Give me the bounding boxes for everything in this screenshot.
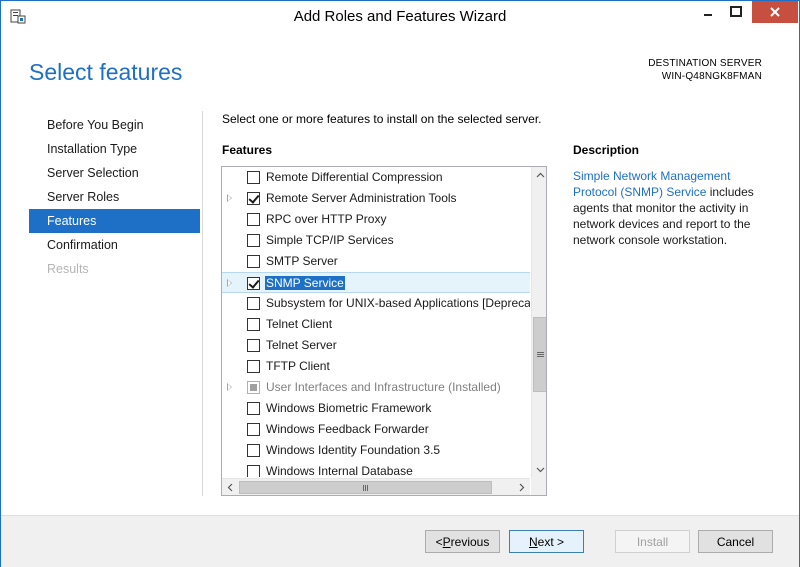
footer-bar: < Previous Next > Install Cancel bbox=[1, 515, 799, 567]
chevron-right-icon bbox=[519, 483, 525, 491]
feature-row[interactable]: User Interfaces and Infrastructure (Inst… bbox=[222, 377, 530, 398]
horizontal-scroll-thumb[interactable] bbox=[239, 481, 492, 494]
vertical-scrollbar[interactable] bbox=[531, 167, 546, 478]
feature-row[interactable]: Remote Differential Compression bbox=[222, 167, 530, 188]
feature-label: Windows Internal Database bbox=[266, 464, 413, 477]
feature-checkbox[interactable] bbox=[247, 465, 260, 477]
expand-arrow-icon[interactable] bbox=[227, 383, 232, 391]
install-button: Install bbox=[615, 530, 690, 553]
feature-label: Windows Identity Foundation 3.5 bbox=[266, 443, 441, 457]
feature-label: SMTP Server bbox=[266, 254, 338, 268]
feature-checkbox[interactable] bbox=[247, 339, 260, 352]
nav-item-before-you-begin[interactable]: Before You Begin bbox=[29, 113, 200, 137]
feature-checkbox[interactable] bbox=[247, 297, 260, 310]
feature-label: Simple TCP/IP Services bbox=[266, 233, 394, 247]
wizard-steps-nav: Before You Begin Installation Type Serve… bbox=[29, 113, 200, 281]
feature-checkbox bbox=[247, 381, 260, 394]
feature-row[interactable]: RPC over HTTP Proxy bbox=[222, 209, 530, 230]
feature-checkbox[interactable] bbox=[247, 255, 260, 268]
feature-label: Windows Feedback Forwarder bbox=[266, 422, 429, 436]
feature-label: Telnet Client bbox=[266, 317, 333, 331]
chevron-left-icon bbox=[227, 483, 233, 491]
feature-label: Subsystem for UNIX-based Applications [D… bbox=[266, 296, 530, 310]
feature-label: Windows Biometric Framework bbox=[266, 401, 432, 415]
feature-row[interactable]: Windows Feedback Forwarder bbox=[222, 419, 530, 440]
feature-label: Telnet Server bbox=[266, 338, 337, 352]
previous-button[interactable]: < Previous bbox=[425, 530, 500, 553]
feature-label: Remote Differential Compression bbox=[266, 170, 443, 184]
feature-checkbox[interactable] bbox=[247, 192, 260, 205]
maximize-button[interactable] bbox=[722, 1, 750, 23]
nav-item-results: Results bbox=[47, 262, 89, 276]
chevron-up-icon bbox=[536, 172, 544, 178]
feature-row[interactable]: Simple TCP/IP Services bbox=[222, 230, 530, 251]
title-bar: Add Roles and Features Wizard bbox=[1, 1, 799, 31]
feature-checkbox[interactable] bbox=[247, 402, 260, 415]
description-heading: Description bbox=[573, 143, 640, 157]
nav-item-server-selection[interactable]: Server Selection bbox=[29, 161, 200, 185]
expand-arrow-icon[interactable] bbox=[227, 279, 232, 287]
nav-item-server-roles[interactable]: Server Roles bbox=[29, 185, 200, 209]
scrollbar-corner bbox=[531, 478, 546, 495]
window-title: Add Roles and Features Wizard bbox=[293, 8, 507, 25]
chevron-down-icon bbox=[536, 467, 544, 473]
expand-arrow-icon[interactable] bbox=[227, 194, 232, 202]
feature-checkbox[interactable] bbox=[247, 171, 260, 184]
feature-row[interactable]: Telnet Server bbox=[222, 335, 530, 356]
page-title: Select features bbox=[29, 59, 183, 85]
nav-item-confirmation[interactable]: Confirmation bbox=[29, 233, 200, 257]
nav-divider bbox=[202, 111, 203, 496]
instruction-text: Select one or more features to install o… bbox=[222, 112, 542, 126]
scroll-up-button[interactable] bbox=[532, 167, 546, 183]
feature-row[interactable]: Windows Internal Database bbox=[222, 461, 530, 477]
horizontal-scrollbar[interactable] bbox=[222, 478, 530, 495]
feature-checkbox[interactable] bbox=[247, 213, 260, 226]
feature-checkbox[interactable] bbox=[247, 234, 260, 247]
feature-row[interactable]: Windows Identity Foundation 3.5 bbox=[222, 440, 530, 461]
scroll-down-button[interactable] bbox=[532, 462, 546, 478]
feature-row[interactable]: SMTP Server bbox=[222, 251, 530, 272]
maximize-icon bbox=[730, 6, 742, 17]
feature-row[interactable]: Telnet Client bbox=[222, 314, 530, 335]
feature-checkbox[interactable] bbox=[247, 277, 260, 290]
feature-row[interactable]: Windows Biometric Framework bbox=[222, 398, 530, 419]
feature-label: TFTP Client bbox=[266, 359, 330, 373]
feature-checkbox[interactable] bbox=[247, 444, 260, 457]
scroll-left-button[interactable] bbox=[222, 479, 238, 495]
close-icon bbox=[770, 7, 780, 17]
vertical-scroll-thumb[interactable] bbox=[533, 317, 546, 392]
minimize-icon bbox=[704, 14, 712, 16]
feature-row[interactable]: Subsystem for UNIX-based Applications [D… bbox=[222, 293, 530, 314]
description-text: Simple Network Management Protocol (SNMP… bbox=[573, 168, 773, 248]
feature-label: Remote Server Administration Tools bbox=[266, 191, 457, 205]
destination-server-label: DESTINATION SERVER bbox=[648, 58, 762, 69]
wizard-window: Add Roles and Features Wizard Select fea… bbox=[0, 0, 800, 567]
feature-row[interactable]: TFTP Client bbox=[222, 356, 530, 377]
nav-item-installation-type[interactable]: Installation Type bbox=[29, 137, 200, 161]
features-heading: Features bbox=[222, 143, 273, 157]
scroll-right-button[interactable] bbox=[514, 479, 530, 495]
feature-row[interactable]: SNMP Service bbox=[222, 272, 530, 293]
nav-item-features[interactable]: Features bbox=[29, 209, 200, 233]
features-list: Remote Differential Compression Remote Se… bbox=[222, 167, 530, 477]
minimize-button[interactable] bbox=[694, 1, 722, 23]
feature-checkbox[interactable] bbox=[247, 360, 260, 373]
feature-row[interactable]: Remote Server Administration Tools bbox=[222, 188, 530, 209]
destination-server-name: WIN-Q48NGK8FMAN bbox=[661, 71, 762, 82]
feature-label: RPC over HTTP Proxy bbox=[266, 212, 387, 226]
feature-checkbox[interactable] bbox=[247, 423, 260, 436]
close-button[interactable] bbox=[752, 1, 798, 23]
feature-label: User Interfaces and Infrastructure (Inst… bbox=[266, 380, 501, 394]
cancel-button[interactable]: Cancel bbox=[698, 530, 773, 553]
features-tree[interactable]: Remote Differential Compression Remote Se… bbox=[221, 166, 547, 496]
next-button[interactable]: Next > bbox=[509, 530, 584, 553]
feature-checkbox[interactable] bbox=[247, 318, 260, 331]
feature-label: SNMP Service bbox=[265, 276, 345, 290]
